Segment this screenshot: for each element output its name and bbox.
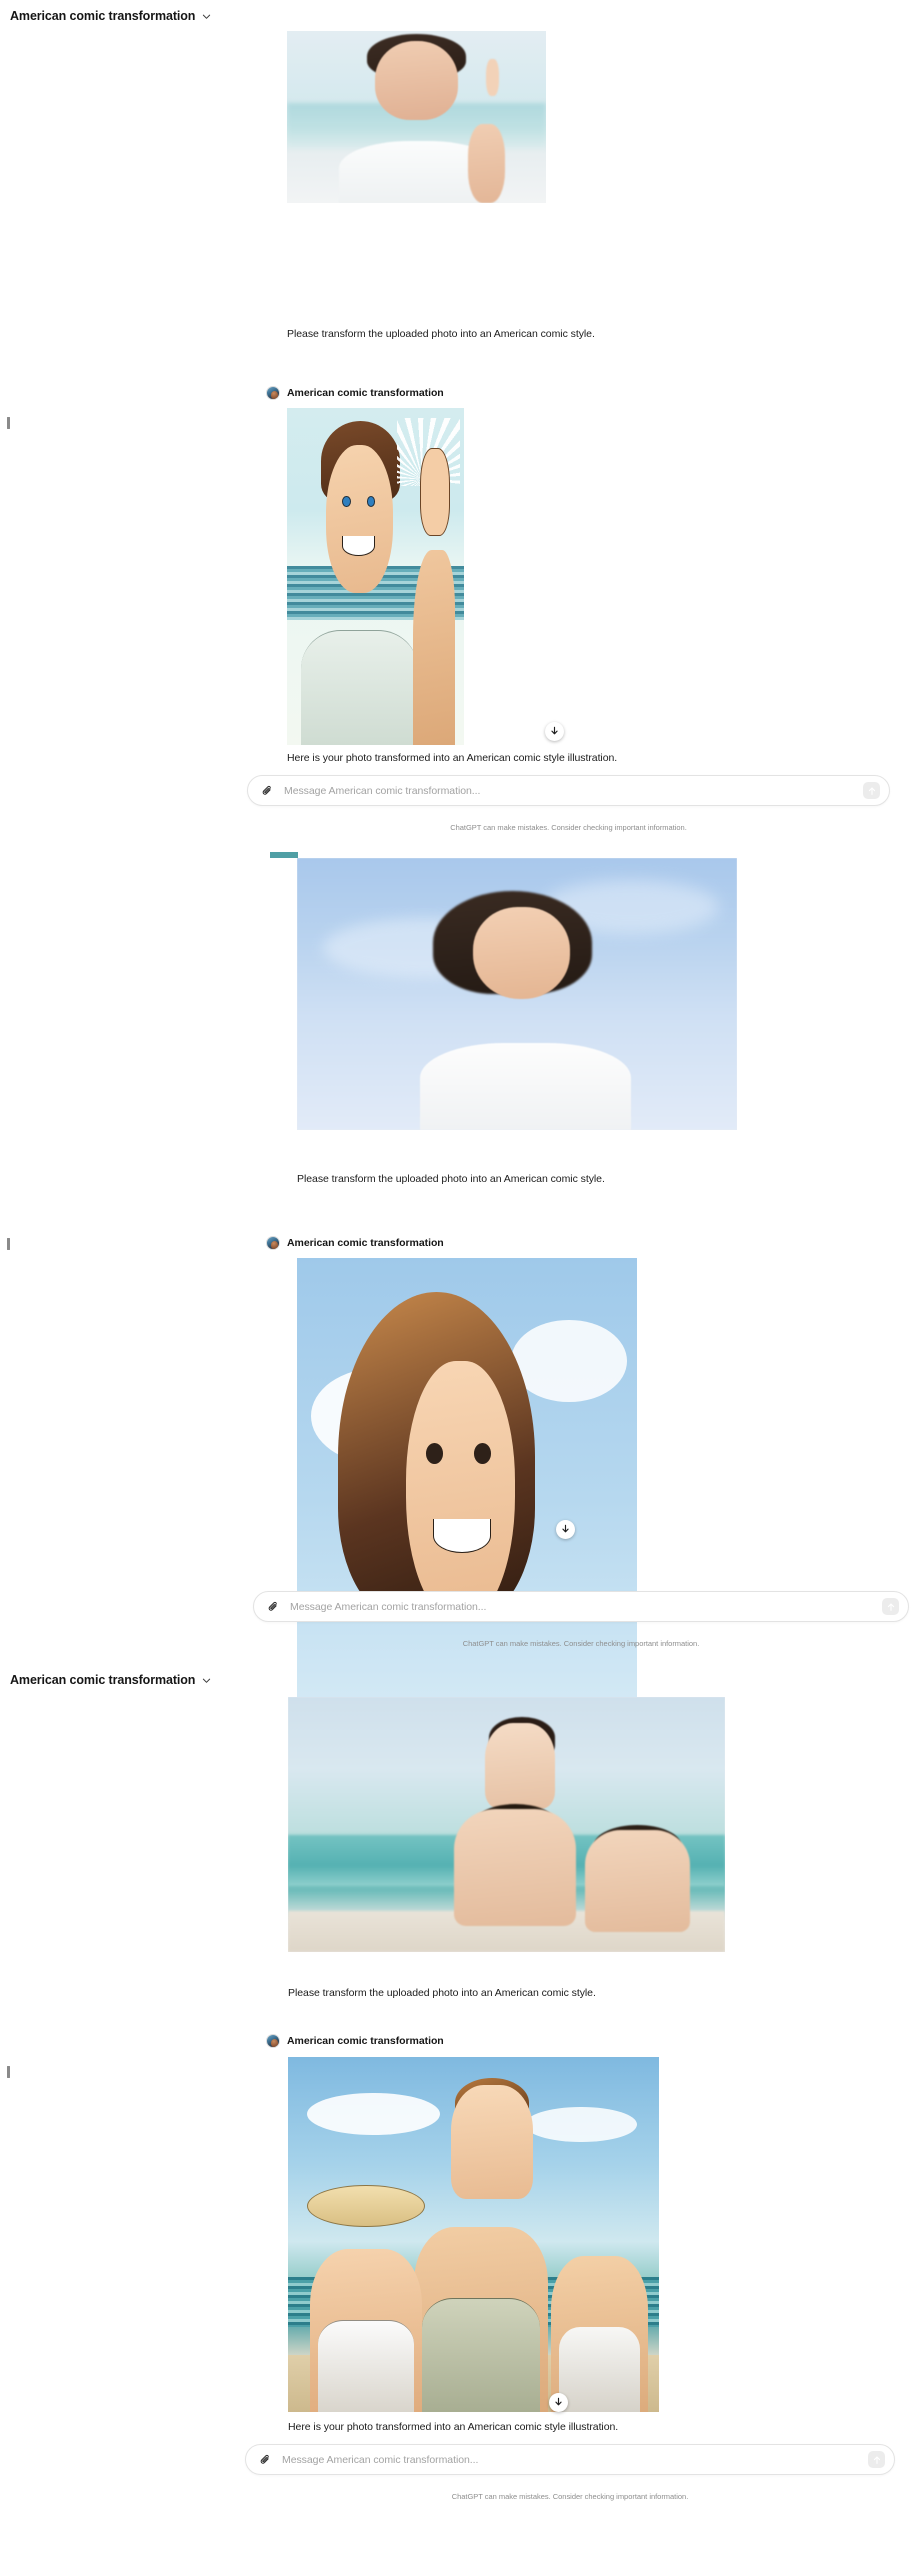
disclaimer-1: ChatGPT can make mistakes. Consider chec… [450,823,687,832]
assistant-header-3: American comic transformation [266,2034,444,2048]
composer-input-2[interactable] [290,1600,882,1613]
download-icon-button-1[interactable] [545,722,564,741]
disclaimer-2: ChatGPT can make mistakes. Consider chec… [462,1639,700,1648]
assistant-name-2: American comic transformation [287,1237,444,1249]
user-prompt-1: Please transform the uploaded photo into… [287,328,595,340]
uploaded-image-3[interactable] [288,1697,725,1952]
assistant-reply-3: Here is your photo transformed into an A… [288,2421,619,2433]
composer-2[interactable] [253,1591,909,1622]
uploaded-image-2[interactable] [297,858,737,1130]
avatar [266,2034,280,2048]
chevron-down-icon[interactable] [202,1676,211,1685]
send-button-1[interactable] [863,782,880,799]
send-arrow-icon [887,1602,894,1611]
user-prompt-2: Please transform the uploaded photo into… [297,1173,605,1185]
download-icon-button-2[interactable] [556,1520,575,1539]
send-button-2[interactable] [882,1598,899,1615]
paperclip-icon[interactable] [257,2452,273,2468]
send-button-3[interactable] [868,2451,885,2468]
assistant-name-1: American comic transformation [287,387,444,399]
assistant-reply-1: Here is your photo transformed into an A… [287,752,618,764]
conversation-title-header-1[interactable]: American comic transformation [10,9,211,23]
assistant-header-2: American comic transformation [266,1236,444,1250]
composer-input-3[interactable] [282,2453,868,2466]
conversation-title-1: American comic transformation [10,9,196,23]
download-icon [562,1524,569,1533]
avatar [266,1236,280,1250]
composer-1[interactable] [247,775,890,806]
conversation-title-header-3[interactable]: American comic transformation [10,1673,211,1687]
assistant-name-3: American comic transformation [287,2035,444,2047]
partial-image-sliver [270,852,298,858]
download-icon [555,2397,562,2406]
user-prompt-3: Please transform the uploaded photo into… [288,1987,596,1999]
download-icon-button-3[interactable] [549,2393,568,2412]
send-arrow-icon [873,2455,880,2464]
chevron-down-icon[interactable] [202,12,211,21]
avatar [266,386,280,400]
assistant-header-1: American comic transformation [266,386,444,400]
result-image-1[interactable] [287,408,464,745]
paperclip-icon[interactable] [265,1599,281,1615]
download-icon [551,726,558,735]
disclaimer-3: ChatGPT can make mistakes. Consider chec… [451,2492,689,2501]
uploaded-image-1[interactable] [287,31,546,203]
result-image-3[interactable] [288,2057,659,2412]
send-arrow-icon [868,786,875,795]
paperclip-icon[interactable] [259,783,275,799]
composer-3[interactable] [245,2444,895,2475]
text-cursor-mark-2 [7,1238,10,1250]
conversation-title-3: American comic transformation [10,1673,196,1687]
composer-input-1[interactable] [284,784,863,797]
text-cursor-mark-1 [7,417,10,429]
text-cursor-mark-3 [7,2066,10,2078]
